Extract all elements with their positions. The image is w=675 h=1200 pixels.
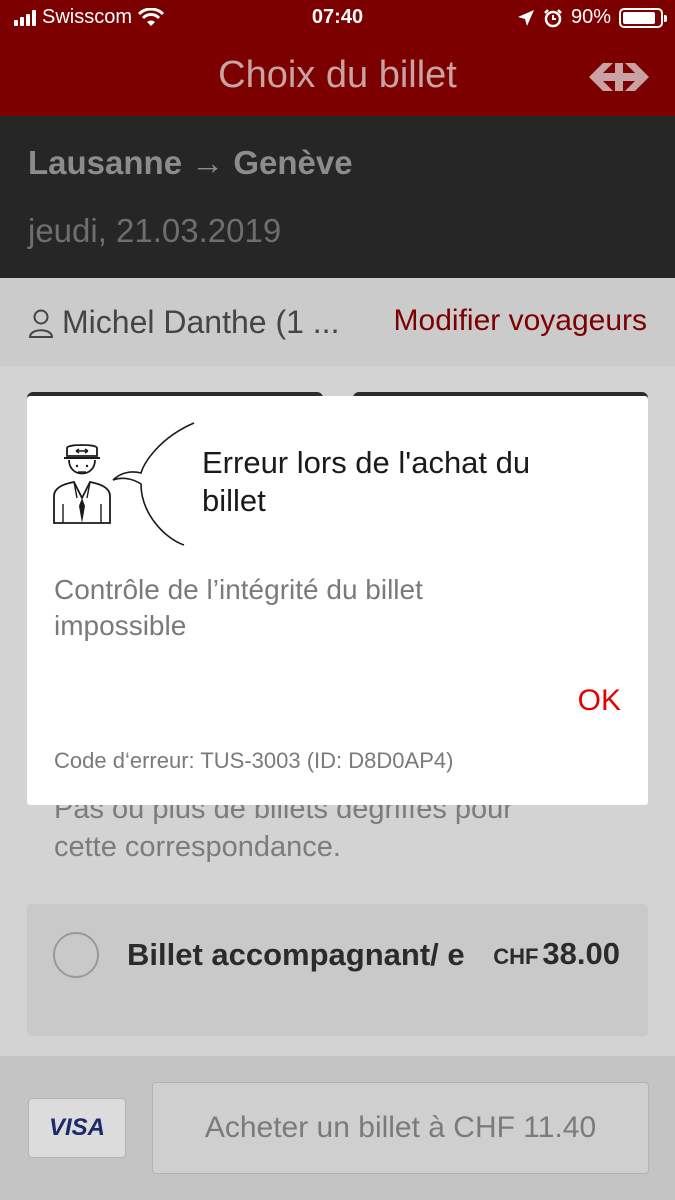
alarm-clock-icon [544, 8, 562, 27]
status-right: 90% [517, 6, 667, 29]
app-header: Choix du billet [0, 38, 675, 116]
visa-payment-button[interactable]: VISA [28, 1098, 126, 1158]
sbb-logo-icon[interactable] [589, 60, 649, 94]
location-arrow-icon [517, 9, 534, 26]
error-dialog: Erreur lors de l'achat du billet Contrôl… [27, 396, 648, 805]
radio-button[interactable] [53, 932, 99, 978]
status-bar: Swisscom 07:40 90% [0, 0, 675, 38]
battery-percent: 90% [570, 6, 611, 28]
conductor-icon [53, 422, 195, 546]
modify-travellers-link[interactable]: Modifier voyageurs [394, 304, 647, 338]
page-title: Choix du billet [218, 54, 457, 96]
ticket-option-card[interactable]: Billet accompagnant/ e CHF 38.00 [27, 904, 648, 1036]
info-text-line2: cette correspondance. [54, 831, 341, 863]
ok-button[interactable]: OK [578, 684, 621, 718]
currency-label: CHF [493, 944, 539, 969]
traveller-row: Michel Danthe (1 ... Modifier voyageurs [0, 278, 675, 366]
price-value: 38.00 [542, 936, 620, 971]
route-title: Lausanne → Genève [28, 144, 353, 181]
ticket-option-label: Billet accompagnant/ e [127, 937, 465, 972]
travel-date: jeudi, 21.03.2019 [28, 212, 282, 249]
error-code: Code d‘erreur: TUS-3003 (ID: D8D0AP4) [54, 748, 454, 773]
dialog-title: Erreur lors de l'achat du billet [202, 445, 531, 518]
route-summary: Lausanne → Genève jeudi, 21.03.2019 [0, 116, 675, 278]
dialog-message: Contrôle de l’intégrité du billet imposs… [54, 574, 423, 641]
battery-icon [619, 7, 667, 28]
traveller-name: Michel Danthe (1 ... [62, 304, 340, 340]
ticket-option-price: CHF 38.00 [493, 936, 620, 972]
person-icon [28, 309, 54, 338]
buy-ticket-button[interactable]: Acheter un billet à CHF 11.40 [152, 1082, 649, 1174]
